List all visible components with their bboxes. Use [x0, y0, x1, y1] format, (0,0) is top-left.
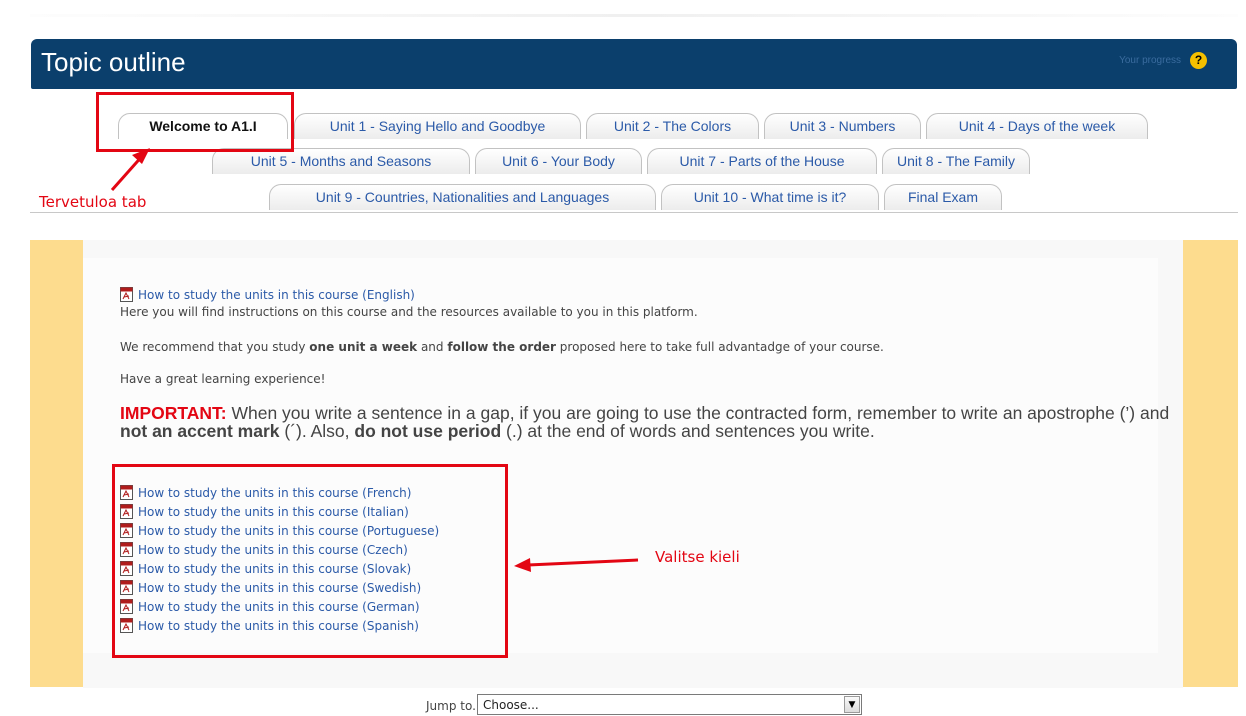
important-bold-1: not an accent mark [120, 421, 280, 441]
intro-text: Here you will find instructions on this … [120, 305, 698, 319]
jump-to-value: Choose... [483, 698, 539, 712]
tab-annotation-label: Tervetuloa tab [39, 193, 147, 211]
recommend-bold-2: follow the order [447, 340, 556, 354]
tab-final-exam[interactable]: Final Exam [884, 184, 1002, 210]
recommend-text: We recommend that you study one unit a w… [120, 340, 884, 354]
progress-label: Your progress [1119, 55, 1181, 66]
tab-unit-10[interactable]: Unit 10 - What time is it? [661, 184, 879, 210]
tabs-baseline [30, 212, 1238, 213]
tab-unit-8[interactable]: Unit 8 - The Family [882, 148, 1030, 174]
important-label: IMPORTANT: [120, 403, 227, 423]
tab-unit-7[interactable]: Unit 7 - Parts of the House [647, 148, 877, 174]
language-annotation-label: Valitse kieli [655, 548, 740, 566]
tab-highlight-box [96, 92, 294, 152]
language-highlight-box [112, 464, 508, 658]
important-text-1: When you write a sentence in a gap, if y… [226, 403, 1170, 423]
important-text-2: (´). Also, [279, 421, 355, 441]
page-title: Topic outline [41, 47, 186, 77]
recommend-mid: and [417, 340, 448, 354]
recommend-bold-1: one unit a week [309, 340, 418, 354]
english-link[interactable]: How to study the units in this course (E… [138, 288, 415, 302]
tab-unit-6[interactable]: Unit 6 - Your Body [475, 148, 642, 174]
topic-outline-header: Topic outline Your progress ? [31, 39, 1237, 89]
pdf-icon [120, 287, 133, 302]
tab-annotation-arrow [110, 148, 150, 191]
recommend-pre: We recommend that you study [120, 340, 310, 354]
experience-text: Have a great learning experience! [120, 372, 326, 386]
important-notice: IMPORTANT: When you write a sentence in … [120, 404, 1180, 440]
jump-to-select[interactable]: Choose... ▼ [477, 694, 862, 715]
jump-to-label: Jump to... [426, 699, 484, 713]
tab-unit-3[interactable]: Unit 3 - Numbers [764, 113, 921, 139]
top-divider [30, 14, 1238, 17]
help-icon[interactable]: ? [1190, 52, 1207, 69]
important-bold-2: do not use period [354, 421, 502, 441]
english-resource-row: How to study the units in this course (E… [120, 284, 415, 303]
tab-unit-4[interactable]: Unit 4 - Days of the week [926, 113, 1148, 139]
dropdown-arrow-icon[interactable]: ▼ [844, 696, 860, 713]
important-text-3: (.) at the end of words and sentences yo… [501, 421, 875, 441]
language-annotation-arrow [514, 558, 639, 572]
recommend-post: proposed here to take full advantadge of… [555, 340, 884, 354]
tab-unit-1[interactable]: Unit 1 - Saying Hello and Goodbye [294, 113, 581, 139]
tab-unit-9[interactable]: Unit 9 - Countries, Nationalities and La… [269, 184, 656, 210]
tab-unit-2[interactable]: Unit 2 - The Colors [586, 113, 759, 139]
